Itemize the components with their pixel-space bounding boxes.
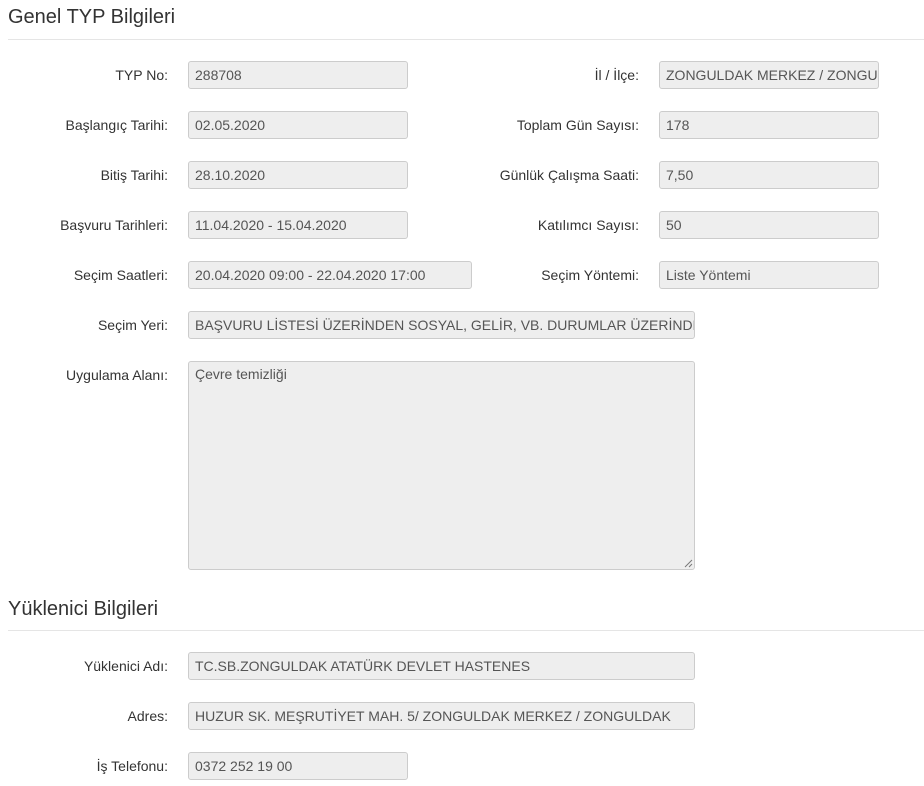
basvuru-tarihleri-label: Başvuru Tarihleri: — [60, 217, 168, 233]
katilimci-field[interactable]: 50 — [659, 211, 879, 239]
secim-saatleri-field[interactable]: 20.04.2020 09:00 - 22.04.2020 17:00 — [188, 261, 472, 289]
section-divider — [8, 39, 924, 40]
secim-yontemi-label: Seçim Yöntemi: — [541, 267, 639, 283]
bitis-tarihi-field[interactable]: 28.10.2020 — [188, 161, 408, 189]
typ-no-label: TYP No: — [115, 67, 168, 83]
gunluk-saat-field[interactable]: 7,50 — [659, 161, 879, 189]
il-ilce-label: İl / İlçe: — [594, 67, 639, 83]
yuklenici-adi-label: Yüklenici Adı: — [83, 658, 168, 674]
secim-saatleri-label: Seçim Saatleri: — [73, 267, 168, 283]
uygulama-alani-value: Çevre temizliği — [195, 366, 287, 382]
katilimci-label: Katılımcı Sayısı: — [537, 217, 639, 233]
baslangic-tarihi-label: Başlangıç Tarihi: — [65, 117, 168, 133]
uygulama-alani-textarea[interactable]: Çevre temizliği — [188, 361, 695, 570]
il-ilce-field[interactable]: ZONGULDAK MERKEZ / ZONGULDAK — [659, 61, 879, 89]
section-divider — [8, 630, 924, 631]
uygulama-alani-label: Uygulama Alanı: — [66, 367, 168, 383]
bitis-tarihi-label: Bitiş Tarihi: — [100, 167, 168, 183]
basvuru-tarihleri-field[interactable]: 11.04.2020 - 15.04.2020 — [188, 211, 408, 239]
adres-label: Adres: — [127, 708, 168, 724]
resize-handle-icon[interactable] — [684, 559, 693, 568]
toplam-gun-label: Toplam Gün Sayısı: — [516, 117, 639, 133]
section-title-general: Genel TYP Bilgileri — [8, 6, 176, 28]
gunluk-saat-label: Günlük Çalışma Saati: — [499, 167, 639, 183]
yuklenici-adi-field[interactable]: TC.SB.ZONGULDAK ATATÜRK DEVLET HASTENES — [188, 652, 695, 680]
adres-field[interactable]: HUZUR SK. MEŞRUTİYET MAH. 5/ ZONGULDAK M… — [188, 702, 695, 730]
secim-yontemi-field[interactable]: Liste Yöntemi — [659, 261, 879, 289]
is-telefonu-field[interactable]: 0372 252 19 00 — [188, 752, 408, 780]
secim-yeri-label: Seçim Yeri: — [97, 317, 168, 333]
toplam-gun-field[interactable]: 178 — [659, 111, 879, 139]
section-title-contractor: Yüklenici Bilgileri — [8, 598, 159, 620]
is-telefonu-label: İş Telefonu: — [96, 758, 168, 774]
typ-no-field[interactable]: 288708 — [188, 61, 408, 89]
secim-yeri-field[interactable]: BAŞVURU LİSTESİ ÜZERİNDEN SOSYAL, GELİR,… — [188, 311, 695, 339]
baslangic-tarihi-field[interactable]: 02.05.2020 — [188, 111, 408, 139]
